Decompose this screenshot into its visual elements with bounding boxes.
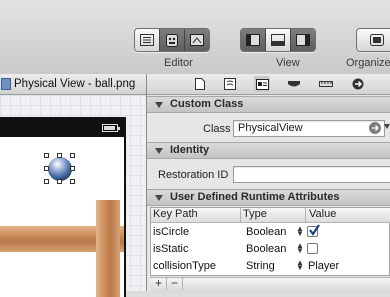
battery-level <box>104 126 115 130</box>
class-value: PhysicalView <box>238 122 303 134</box>
jump-to-class-arrow-icon[interactable] <box>369 122 381 134</box>
resize-handle-top-right[interactable] <box>70 153 75 158</box>
disclosure-triangle-icon[interactable] <box>155 148 163 154</box>
debug-area-toggle-icon <box>271 34 285 46</box>
quick-help-tab[interactable] <box>222 76 238 92</box>
disclosure-triangle-icon[interactable] <box>155 102 163 108</box>
ball-image-view[interactable] <box>48 157 72 181</box>
type-cell[interactable]: Boolean <box>246 226 286 238</box>
resize-handle-bottom-left[interactable] <box>44 179 49 184</box>
storyboard-file-icon <box>1 78 11 90</box>
resize-handle-bottom-right[interactable] <box>70 179 75 184</box>
runtime-attributes-title: User Defined Runtime Attributes <box>170 191 340 203</box>
key-path-cell[interactable]: isCircle <box>153 226 189 238</box>
key-path-cell[interactable]: isStatic <box>153 243 188 255</box>
value-checkbox[interactable] <box>307 224 320 237</box>
column-separator[interactable] <box>240 208 241 222</box>
file-inspector-tab[interactable] <box>192 76 208 92</box>
resize-handle-top-left[interactable] <box>44 153 49 158</box>
type-cell[interactable]: String <box>246 260 275 272</box>
organizer-button[interactable] <box>357 29 390 51</box>
key-path-cell[interactable]: collisionType <box>153 260 216 272</box>
editor-tab-title[interactable]: Physical View - ball.png <box>14 78 135 90</box>
size-inspector-tab[interactable] <box>318 76 334 92</box>
organizer-toolbar-label: Organize <box>346 57 390 69</box>
debug-area-toggle-button[interactable] <box>266 29 291 51</box>
standard-editor-icon <box>140 34 154 46</box>
connections-inspector-icon <box>352 78 364 90</box>
identity-inspector-icon <box>255 78 269 90</box>
version-editor-icon <box>190 34 204 46</box>
standard-editor-button[interactable] <box>135 29 160 51</box>
add-attribute-button[interactable]: + <box>151 277 167 290</box>
value-checkbox[interactable] <box>307 243 318 254</box>
connections-inspector-tab[interactable] <box>350 76 366 92</box>
class-dropdown-chevron-icon[interactable] <box>384 124 390 129</box>
custom-class-title: Custom Class <box>170 98 244 110</box>
assistant-editor-icon <box>166 33 178 47</box>
restoration-id-field[interactable] <box>233 166 390 183</box>
column-header-value[interactable]: Value <box>309 208 336 220</box>
resize-handle-top[interactable] <box>57 153 62 158</box>
resize-handle-bottom[interactable] <box>57 179 62 184</box>
file-inspector-icon <box>195 78 205 90</box>
type-stepper-icon[interactable]: ▲ ▼ <box>296 259 304 272</box>
organizer-icon <box>370 34 384 46</box>
view-toolbar-label: View <box>276 57 300 69</box>
checkmark-icon <box>309 224 320 236</box>
size-inspector-icon <box>319 81 333 87</box>
disclosure-triangle-icon[interactable] <box>155 195 163 201</box>
table-footer <box>150 277 390 292</box>
identity-inspector-tab[interactable] <box>254 76 270 92</box>
attributes-inspector-icon <box>288 81 300 87</box>
quick-help-icon <box>224 78 236 90</box>
version-editor-button[interactable] <box>185 29 209 51</box>
restoration-id-label: Restoration ID <box>158 169 229 181</box>
identity-title: Identity <box>170 144 210 156</box>
utilities-toggle-button[interactable] <box>291 29 315 51</box>
organizer-button-group <box>356 28 390 52</box>
resize-handle-left[interactable] <box>44 166 49 171</box>
utilities-toggle-icon <box>296 34 310 46</box>
type-stepper-icon[interactable]: ▲ ▼ <box>296 225 304 238</box>
class-label: Class <box>203 123 231 135</box>
assistant-editor-button[interactable] <box>160 29 185 51</box>
remove-attribute-button[interactable]: − <box>167 277 183 290</box>
value-cell[interactable]: Player <box>308 260 339 272</box>
column-header-key-path[interactable]: Key Path <box>153 208 198 220</box>
editor-mode-segmented-control <box>134 28 210 52</box>
class-combo-box[interactable]: PhysicalView <box>233 120 385 137</box>
resize-handle-right[interactable] <box>70 166 75 171</box>
navigator-toggle-button[interactable] <box>241 29 266 51</box>
column-header-type[interactable]: Type <box>243 208 267 220</box>
navigator-toggle-icon <box>246 34 260 46</box>
type-cell[interactable]: Boolean <box>246 243 286 255</box>
type-stepper-icon[interactable]: ▲ ▼ <box>296 242 304 255</box>
editor-toolbar-label: Editor <box>164 57 193 69</box>
column-separator[interactable] <box>305 208 306 222</box>
view-toggle-segmented-control <box>240 28 316 52</box>
attributes-inspector-tab[interactable] <box>286 76 302 92</box>
wood-post-image[interactable] <box>96 200 120 297</box>
